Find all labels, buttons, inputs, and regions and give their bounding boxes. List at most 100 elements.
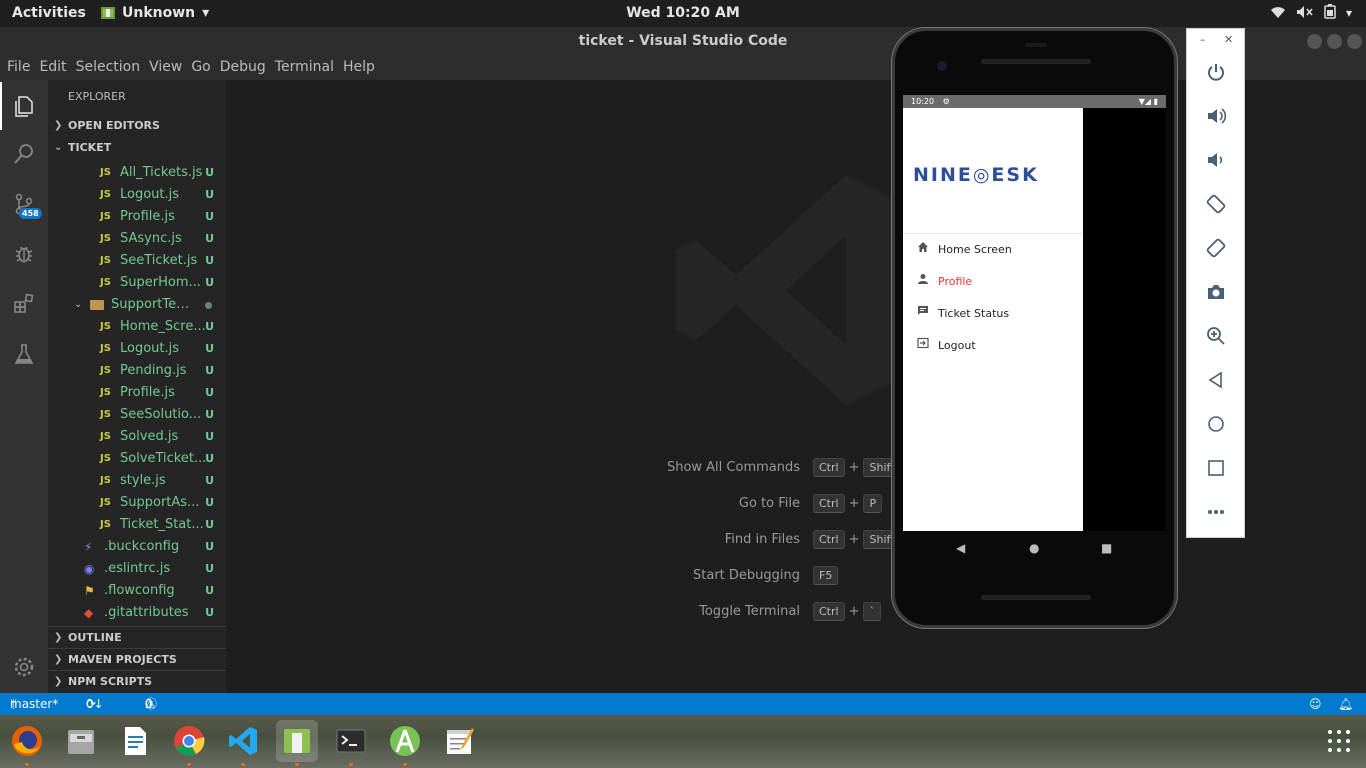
open-editors-section[interactable]: ❯ OPEN EDITORS xyxy=(48,115,226,137)
warning-count: 0 xyxy=(145,697,153,711)
volume-up-icon[interactable] xyxy=(1201,101,1231,131)
folder-row[interactable]: ⌄ SupportTea... xyxy=(48,294,226,316)
file-row[interactable]: JS SeeTicket.js U xyxy=(48,250,226,272)
debug-icon[interactable] xyxy=(0,230,48,278)
chevron-right-icon: ❯ xyxy=(54,120,63,131)
libreoffice-writer-icon[interactable] xyxy=(114,720,156,762)
android-studio-icon[interactable] xyxy=(384,720,426,766)
outline-section[interactable]: ❯ OUTLINE xyxy=(48,626,226,648)
back-triangle-icon[interactable] xyxy=(1201,365,1231,395)
file-row[interactable]: JS Logout.js U xyxy=(48,184,226,206)
drawer-item-profile[interactable]: Profile xyxy=(915,272,1080,292)
android-recents-icon[interactable]: ■ xyxy=(1101,541,1112,555)
menu-debug[interactable]: Debug xyxy=(220,56,271,80)
rotate-left-icon[interactable] xyxy=(1201,189,1231,219)
minimize-button[interactable] xyxy=(1307,34,1322,49)
folder-name: SupportTea... xyxy=(111,297,196,312)
file-row[interactable]: ⚑ .flowconfig U xyxy=(48,580,226,602)
maximize-button[interactable] xyxy=(1327,34,1342,49)
android-time: 10:20 xyxy=(911,97,935,106)
maven-section[interactable]: ❯ MAVEN PROJECTS xyxy=(48,648,226,670)
source-control-icon[interactable]: 458 xyxy=(0,180,48,228)
drawer-item-home-screen[interactable]: Home Screen xyxy=(915,240,1080,260)
js-file-icon: JS xyxy=(100,365,111,376)
close-button[interactable] xyxy=(1347,34,1362,49)
menu-terminal[interactable]: Terminal xyxy=(275,56,339,80)
android-home-icon[interactable]: ● xyxy=(1029,541,1039,555)
file-row[interactable]: ◉ .eslintrc.js U xyxy=(48,558,226,580)
menu-go[interactable]: Go xyxy=(191,56,215,80)
android-back-icon[interactable]: ◀ xyxy=(956,541,965,555)
file-row[interactable]: ◆ .gitattributes U xyxy=(48,602,226,624)
file-row[interactable]: JS SupportAs... U xyxy=(48,492,226,514)
extensions-icon[interactable] xyxy=(0,280,48,328)
chevron-right-icon: ❯ xyxy=(54,654,63,665)
file-row[interactable]: JS Profile.js U xyxy=(48,382,226,404)
file-row[interactable]: JS Pending.js U xyxy=(48,360,226,382)
git-status-untracked: U xyxy=(205,254,214,267)
panel-minimize-icon[interactable]: – xyxy=(1200,33,1206,46)
test-flask-icon[interactable] xyxy=(0,330,48,378)
npm-section[interactable]: ❯ NPM SCRIPTS xyxy=(48,670,226,692)
flow-file-icon: ⚑ xyxy=(84,584,95,598)
navigation-drawer: NINE◎ESK Home Screen Profile Ticket Stat… xyxy=(903,108,1083,531)
project-section[interactable]: ⌄ TICKET xyxy=(48,137,226,159)
vscode-icon[interactable] xyxy=(222,720,264,766)
power-icon[interactable] xyxy=(1201,57,1231,87)
settings-gear-icon[interactable] xyxy=(0,643,48,691)
front-camera-icon xyxy=(937,61,947,71)
volume-muted-icon xyxy=(1296,5,1314,22)
file-row[interactable]: JS All_Tickets.js U xyxy=(48,162,226,184)
search-icon[interactable] xyxy=(0,130,48,178)
file-row[interactable]: JS Profile.js U xyxy=(48,206,226,228)
file-row[interactable]: JS Home_Scre... U xyxy=(48,316,226,338)
git-status-untracked: U xyxy=(205,474,214,487)
more-options-icon[interactable] xyxy=(1201,497,1231,527)
file-row[interactable]: JS Ticket_Stat... U xyxy=(48,514,226,536)
file-row[interactable]: JS SeeSolutio... U xyxy=(48,404,226,426)
system-menu-icon: ▾ xyxy=(1345,6,1352,20)
device-screen[interactable]: 10:20 ⚙ ▼◢ ▮ NINE◎ESK Home Screen Profil… xyxy=(903,95,1166,531)
file-row[interactable]: JS SAsync.js U xyxy=(48,228,226,250)
battery-icon xyxy=(1324,4,1336,22)
firefox-icon[interactable] xyxy=(6,720,48,766)
show-applications-icon[interactable] xyxy=(1318,720,1360,762)
drawer-item-ticket-status[interactable]: Ticket Status xyxy=(915,304,1080,324)
drawer-divider xyxy=(903,233,1083,234)
feedback-smiley-icon[interactable]: ☺ xyxy=(1309,693,1322,715)
android-emulator-icon[interactable] xyxy=(276,720,318,766)
git-status-untracked: U xyxy=(205,606,214,619)
menu-help[interactable]: Help xyxy=(343,56,380,80)
drawer-item-logout[interactable]: Logout xyxy=(915,336,1080,356)
overview-square-icon[interactable] xyxy=(1201,453,1231,483)
system-tray[interactable]: ▾ xyxy=(1270,4,1352,22)
rotate-right-icon[interactable] xyxy=(1201,233,1231,263)
zoom-icon[interactable] xyxy=(1201,321,1231,351)
files-icon[interactable] xyxy=(60,720,102,762)
chrome-icon[interactable] xyxy=(168,720,210,766)
menu-view[interactable]: View xyxy=(149,56,187,80)
file-row[interactable]: JS style.js U xyxy=(48,470,226,492)
git-status-untracked: U xyxy=(205,276,214,289)
volume-down-icon[interactable] xyxy=(1201,145,1231,175)
file-row[interactable]: JS Logout.js U xyxy=(48,338,226,360)
menu-file[interactable]: File xyxy=(7,56,35,80)
file-row[interactable]: ⚡ .buckconfig U xyxy=(48,536,226,558)
menu-edit[interactable]: Edit xyxy=(39,56,71,80)
open-editors-label: OPEN EDITORS xyxy=(68,119,160,132)
js-file-icon: JS xyxy=(100,255,111,266)
clock[interactable]: Wed 10:20 AM xyxy=(0,5,1366,21)
camera-screenshot-icon[interactable] xyxy=(1201,277,1231,307)
menu-selection[interactable]: Selection xyxy=(76,56,146,80)
file-row[interactable]: JS SuperHom... U xyxy=(48,272,226,294)
terminal-icon[interactable] xyxy=(330,720,372,766)
notifications-bell-icon[interactable]: 🔔︎ xyxy=(1338,693,1353,715)
explorer-icon[interactable] xyxy=(0,82,48,130)
panel-close-icon[interactable]: ✕ xyxy=(1224,33,1233,46)
file-row[interactable]: JS SolveTicket... U xyxy=(48,448,226,470)
home-circle-icon[interactable] xyxy=(1201,409,1231,439)
explorer-sidebar: EXPLORER ❯ OPEN EDITORS ⌄ TICKET JS All_T… xyxy=(48,80,226,693)
git-status-untracked: U xyxy=(205,342,214,355)
text-editor-icon[interactable] xyxy=(438,720,480,762)
file-row[interactable]: JS Solved.js U xyxy=(48,426,226,448)
